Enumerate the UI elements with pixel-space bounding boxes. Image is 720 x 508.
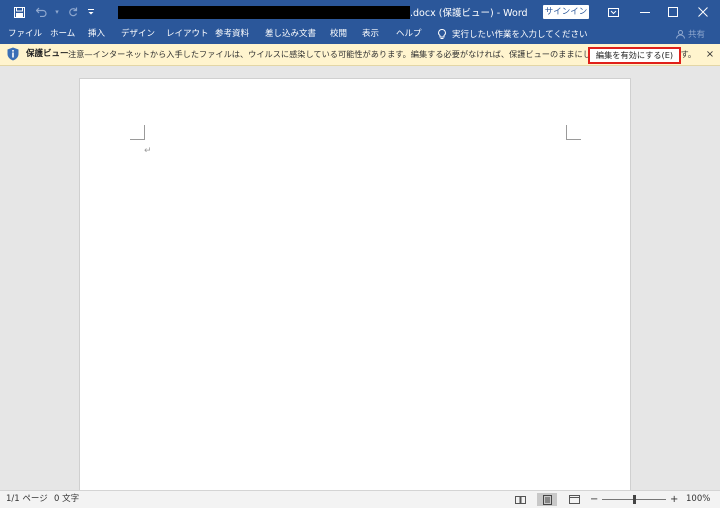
status-bar: 1/1 ページ 0 文字 − + 100% [0,490,720,508]
app-name: Word [503,8,528,19]
web-layout-icon[interactable] [564,493,584,506]
lightbulb-icon [438,28,446,40]
ribbon-display-icon[interactable] [600,0,626,24]
tab-help[interactable]: ヘルプ [396,24,422,44]
redacted-filename [118,6,410,19]
tell-me-box[interactable]: 実行したい作業を入力してください [438,24,588,44]
title-separator: - [496,8,501,19]
tab-review[interactable]: 校閲 [330,24,347,44]
page-count[interactable]: 1/1 ページ [6,491,48,508]
zoom-in-button[interactable]: + [670,491,678,508]
maximize-icon[interactable] [660,0,686,24]
tab-file[interactable]: ファイル [8,24,42,44]
share-button[interactable]: 共有 [676,24,705,44]
print-layout-icon[interactable] [537,493,557,506]
window-title: .docx (保護ビュー) - Word [410,5,528,19]
shield-icon [7,47,19,64]
document-page[interactable]: ↵ [79,78,631,491]
tab-layout[interactable]: レイアウト [166,24,209,44]
tab-home[interactable]: ホーム [50,24,75,44]
enable-editing-button[interactable]: 編集を有効にする(E) [588,47,681,64]
tab-references[interactable]: 参考資料 [215,24,249,44]
word-count[interactable]: 0 文字 [54,491,79,508]
tab-insert[interactable]: 挿入 [88,24,105,44]
share-label: 共有 [688,30,706,40]
document-workspace: ↵ [0,66,720,491]
tab-mailings[interactable]: 差し込み文書 [265,24,316,44]
quick-access-toolbar: ▾ [8,0,98,24]
top-left-margin-mark [130,125,145,140]
minimize-icon[interactable] [632,0,658,24]
undo-dropdown-icon[interactable]: ▾ [52,0,62,24]
paragraph-mark: ↵ [144,146,152,156]
redo-icon[interactable] [62,0,84,24]
tell-me-text: 実行したい作業を入力してください [452,30,588,40]
protected-view-bar: 保護ビュー 注意—インターネットから入手したファイルは、ウイルスに感染している可… [0,44,720,66]
zoom-slider-thumb[interactable] [632,495,636,504]
customize-icon[interactable] [84,0,98,24]
protected-view-label: 保護ビュー [26,49,69,59]
close-icon[interactable] [690,0,716,24]
zoom-level[interactable]: 100% [686,491,710,508]
tab-view[interactable]: 表示 [362,24,379,44]
filename-suffix: .docx [410,8,436,19]
save-icon[interactable] [8,0,30,24]
signin-button[interactable]: サインイン [543,5,589,19]
zoom-out-button[interactable]: − [590,491,598,508]
read-mode-icon[interactable] [510,493,530,506]
undo-icon[interactable] [30,0,52,24]
view-mode: (保護ビュー) [438,8,494,19]
message-bar-close-icon[interactable]: × [703,44,717,65]
top-right-margin-mark [566,125,581,140]
title-bar: ▾ .docx (保護ビュー) - Word サインイン [0,0,720,24]
person-icon [676,29,685,39]
ribbon-tabs: ファイル ホーム 挿入 デザイン レイアウト 参考資料 差し込み文書 校閲 表示… [0,24,720,44]
tab-design[interactable]: デザイン [121,24,155,44]
